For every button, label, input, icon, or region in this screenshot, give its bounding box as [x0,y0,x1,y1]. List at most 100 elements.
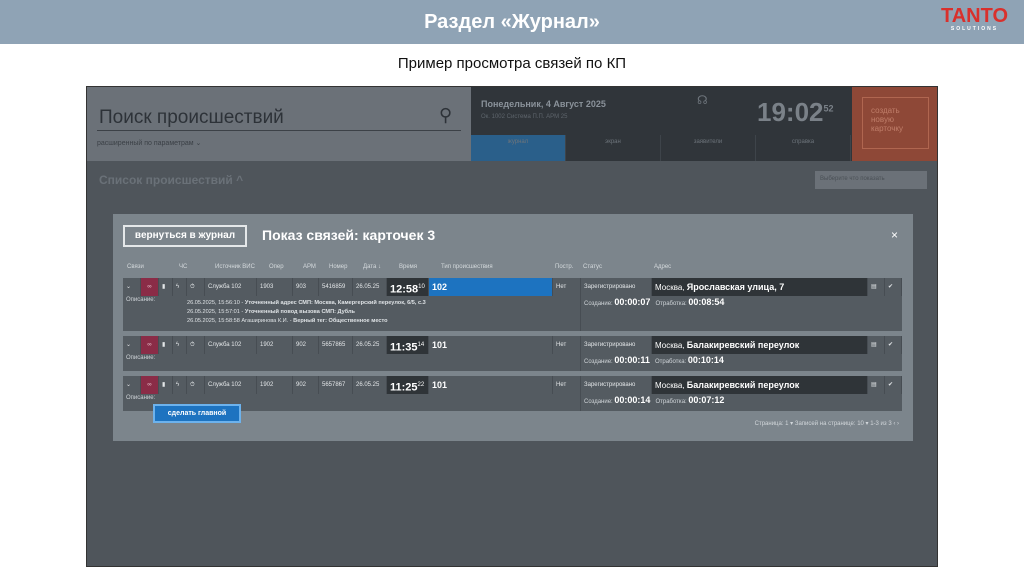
postr-cell: Нет [553,376,581,394]
description-label: Описание: [126,297,156,303]
source-cell: Служба 102 [205,278,257,296]
clipboard-icon[interactable]: ▤ [868,376,885,394]
address-cell: Москва, Балакиревский переулок [652,376,868,394]
app-screenshot: Поиск происшествий ⚲ расширенный по пара… [86,86,938,567]
number-cell: 5657865 [319,336,353,354]
advanced-search-toggle[interactable]: расширенный по параметрам ⌄ [97,139,201,147]
number-cell: 5416859 [319,278,353,296]
table-row[interactable]: ⌄ ∞ ▮ ϟ ⏱ Служба 102 1902 902 5657865 26.05.25 11:… [123,336,902,371]
check-icon[interactable]: ✔ [885,336,902,354]
column-header[interactable]: Номер [329,264,347,270]
column-header[interactable]: АРМ [303,264,316,270]
bookmark-icon[interactable]: ▮ [159,376,173,394]
column-header[interactable]: Опер [269,264,284,270]
lightning-icon[interactable]: ϟ [173,336,187,354]
table-row[interactable]: ⌄ ∞ ▮ ϟ ⏱ Служба 102 1903 903 5416859 26.05.25 12:… [123,278,902,331]
column-header[interactable]: Время [399,264,417,270]
tanto-logo: TANTO SOLUTIONS [940,5,1008,32]
time-cell: 11:3514 [387,336,429,354]
arm-cell: 902 [293,376,319,394]
description-label: Описание: [126,395,156,401]
number-cell: 5657867 [319,376,353,394]
description-entry: 26.05.2025, 15:58:58 Агаширинова К.И. - … [187,318,388,324]
column-header[interactable]: Источник ВИС [215,264,255,270]
close-icon[interactable]: × [891,228,898,242]
status-cell: Зарегистрировано [581,376,652,394]
column-header[interactable]: Адрес [654,264,671,270]
back-to-journal-button[interactable]: вернуться в журнал [123,225,247,247]
address-cell: Москва, Балакиревский переулок [652,336,868,354]
clock: 19:0252 [757,97,834,127]
address-cell: Москва, Ярославская улица, 7 [652,278,868,296]
links-modal: вернуться в журнал Показ связей: карточе… [113,214,913,441]
status-cell: Зарегистрировано [581,278,652,296]
header-panel: Понедельник, 4 Август 2025 Ок. 1002 Сист… [471,87,852,161]
expand-chevron-icon[interactable]: ⌄ [123,278,141,296]
lightning-icon[interactable]: ϟ [173,278,187,296]
description-label: Описание: [126,355,156,361]
check-icon[interactable]: ✔ [885,376,902,394]
arm-cell: 903 [293,278,319,296]
tab-applicants[interactable]: заявители [661,135,756,161]
time-cell: 12:5810 [387,278,429,296]
current-date: Понедельник, 4 Август 2025 [481,99,606,109]
timings: Создание: 00:00:14 Отработка: 00:07:12 [584,395,725,405]
timer-icon[interactable]: ⏱ [187,336,205,354]
date-cell: 26.05.25 [353,376,387,394]
source-cell: Служба 102 [205,376,257,394]
link-icon[interactable]: ∞ [141,336,159,354]
operator-info: Ок. 1002 Система П.П. APM 25 [481,114,568,120]
bookmark-icon[interactable]: ▮ [159,278,173,296]
list-title: Список происшествий ^ [99,173,244,187]
link-icon[interactable]: ∞ [141,376,159,394]
slide-subtitle: Пример просмотра связей по КП [397,55,627,72]
incident-type-cell: 101 [429,336,553,354]
expand-chevron-icon[interactable]: ⌄ [123,376,141,394]
column-header[interactable]: Дата ↓ [363,264,381,270]
date-cell: 26.05.25 [353,336,387,354]
timer-icon[interactable]: ⏱ [187,376,205,394]
incident-type-cell: 102 [429,278,553,296]
make-main-button[interactable]: сделать главной [153,404,241,423]
clipboard-icon[interactable]: ▤ [868,278,885,296]
timings: Создание: 00:00:11 Отработка: 00:10:14 [584,355,724,365]
source-cell: Служба 102 [205,336,257,354]
column-header[interactable]: Постр. [555,264,573,270]
tab-journal[interactable]: журнал [471,135,566,161]
expand-chevron-icon[interactable]: ⌄ [123,336,141,354]
oper-cell: 1902 [257,376,293,394]
tab-screen[interactable]: экран [566,135,661,161]
date-cell: 26.05.25 [353,278,387,296]
column-header[interactable]: Статус [583,264,602,270]
modal-title: Показ связей: карточек 3 [262,227,436,243]
description-entry: 26.05.2025, 15:57:01 - Уточненный повод … [187,309,355,315]
bookmark-icon[interactable]: ▮ [159,336,173,354]
search-icon[interactable]: ⚲ [439,105,452,126]
create-card-button[interactable]: создать новую карточку [852,87,937,161]
incident-type-cell: 101 [429,376,553,394]
search-input[interactable]: Поиск происшествий [99,107,284,129]
oper-cell: 1903 [257,278,293,296]
show-select[interactable]: Выберите что показать [815,171,927,189]
postr-cell: Нет [553,278,581,296]
oper-cell: 1902 [257,336,293,354]
column-header[interactable]: ЧС [179,264,187,270]
search-panel: Поиск происшествий ⚲ расширенный по пара… [87,87,471,161]
status-cell: Зарегистрировано [581,336,652,354]
description-entry: 26.05.2025, 15:56:10 - Уточненный адрес … [187,300,426,306]
timer-icon[interactable]: ⏱ [187,278,205,296]
check-icon[interactable]: ✔ [885,278,902,296]
lightning-icon[interactable]: ϟ [173,376,187,394]
clipboard-icon[interactable]: ▤ [868,336,885,354]
postr-cell: Нет [553,336,581,354]
slide-title: Раздел «Журнал» [0,0,1024,44]
column-header[interactable]: Тип происшествия [441,264,493,270]
headset-icon[interactable]: ☊ [697,93,708,107]
arm-cell: 902 [293,336,319,354]
tab-help[interactable]: справка [756,135,851,161]
link-icon[interactable]: ∞ [141,278,159,296]
timings: Создание: 00:00:07 Отработка: 00:08:54 [584,297,725,307]
pagination[interactable]: Страница: 1 ▾ Записей на странице: 10 ▾ … [755,420,899,427]
time-cell: 11:2522 [387,376,429,394]
column-header[interactable]: Связи [127,264,144,270]
